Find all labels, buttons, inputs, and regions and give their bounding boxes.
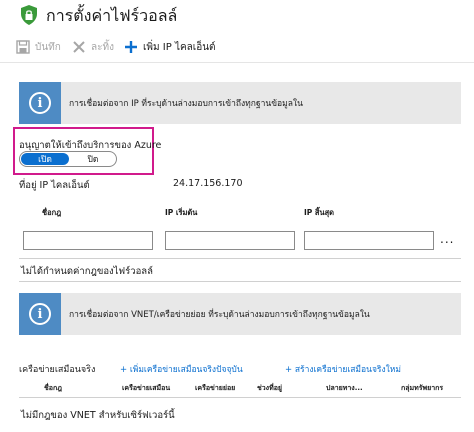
- save-button[interactable]: บันทึก: [16, 37, 61, 57]
- vnet-column-subnet: เครือข่ายย่อย: [195, 384, 236, 392]
- client-ip-label: ที่อยู่ IP ไคลเอ็นต์: [19, 180, 90, 191]
- add-client-ip-button[interactable]: เพิ่ม IP ไคลเอ็นต์: [124, 37, 216, 57]
- rule-name-input[interactable]: [23, 231, 153, 250]
- info-icon-box: i: [19, 82, 61, 124]
- toolbar: บันทึก ละทิ้ง เพิ่ม IP ไคลเอ็นต์: [0, 37, 474, 59]
- virtual-networks-label: เครือข่ายเสมือนจริง: [19, 365, 96, 375]
- plus-icon: [125, 41, 137, 53]
- toggle-off-option[interactable]: ปิด: [69, 153, 116, 165]
- save-icon: [16, 40, 30, 54]
- shield-lock-icon: [21, 5, 37, 25]
- rules-separator-bottom: [19, 281, 461, 282]
- save-label: บันทึก: [35, 41, 61, 53]
- allow-azure-toggle[interactable]: เปิด ปิด: [19, 151, 117, 167]
- add-client-ip-label: เพิ่ม IP ไคลเอ็นต์: [143, 41, 216, 53]
- no-vnet-rules-text: ไม่มีกฎของ VNET สำหรับเซิร์ฟเวอร์นี้: [21, 410, 175, 421]
- add-existing-vnet-link[interactable]: + เพิ่มเครือข่ายเสมือนจริงปัจจุบัน: [120, 362, 243, 376]
- vnet-column-resource-group: กลุ่มทรัพยากร: [401, 384, 444, 392]
- toolbar-divider: [0, 62, 474, 63]
- info-banner-vnet: i การเชื่อมต่อจาก VNET/เครือข่ายย่อย ที่…: [19, 293, 461, 335]
- rules-separator: [19, 258, 461, 259]
- info-banner-text: การเชื่อมต่อจาก IP ที่ระบุด้านล่างมอบการ…: [69, 99, 303, 109]
- discard-label: ละทิ้ง: [91, 41, 114, 53]
- info-icon-box: i: [19, 293, 61, 335]
- info-icon: i: [29, 92, 51, 114]
- column-start-ip: IP เริ่มต้น: [165, 208, 198, 217]
- toggle-on-option[interactable]: เปิด: [21, 153, 69, 165]
- column-end-ip: IP สิ้นสุด: [304, 208, 335, 217]
- create-new-vnet-link[interactable]: + สร้างเครือข่ายเสมือนจริงใหม่: [285, 362, 401, 376]
- page-title: การตั้งค่าไฟร์วอลล์: [46, 6, 178, 25]
- more-options-button[interactable]: ...: [440, 232, 454, 246]
- client-ip-value: 24.17.156.170: [173, 178, 243, 189]
- vnet-column-endpoint: ปลายทาง...: [326, 384, 363, 392]
- vnet-separator: [19, 397, 461, 398]
- start-ip-input[interactable]: [165, 231, 295, 250]
- vnet-column-address-range: ช่วงที่อยู่: [257, 384, 283, 392]
- end-ip-input[interactable]: [304, 231, 434, 250]
- no-firewall-rules-text: ไม่ได้กำหนดค่ากฎของไฟร์วอลล์: [21, 266, 153, 277]
- close-icon: [73, 41, 85, 53]
- discard-button[interactable]: ละทิ้ง: [72, 37, 114, 57]
- vnet-column-virtual-network: เครือข่ายเสมือน: [122, 384, 171, 392]
- info-banner-ip: i การเชื่อมต่อจาก IP ที่ระบุด้านล่างมอบก…: [19, 82, 461, 124]
- title-bar: การตั้งค่าไฟร์วอลล์: [0, 0, 474, 30]
- vnet-column-rule-name: ชื่อกฎ: [44, 384, 62, 392]
- column-rule-name: ชื่อกฎ: [42, 208, 62, 217]
- info-icon: i: [29, 303, 51, 325]
- info-banner-vnet-text: การเชื่อมต่อจาก VNET/เครือข่ายย่อย ที่ระ…: [69, 310, 370, 320]
